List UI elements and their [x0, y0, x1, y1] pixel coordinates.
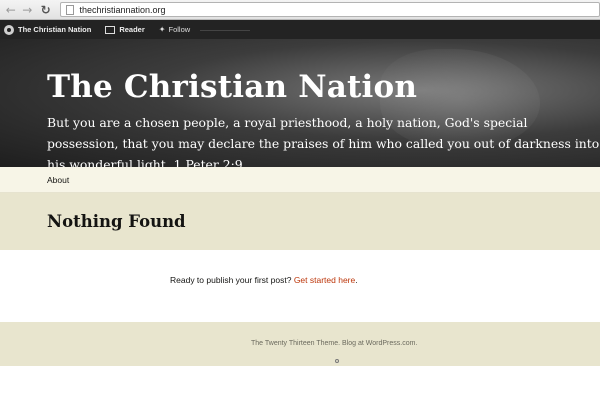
- page-icon: [66, 4, 75, 15]
- back-arrow-icon[interactable]: ←: [4, 3, 17, 17]
- toolbar-site-link[interactable]: The Christian Nation: [18, 25, 91, 34]
- wordpress-logo-icon[interactable]: [4, 24, 14, 35]
- nav-item-about[interactable]: About: [47, 175, 69, 185]
- page-header: Nothing Found: [0, 193, 600, 250]
- site-title[interactable]: The Christian Nation: [47, 69, 417, 105]
- no-posts-prompt: Ready to publish your first post?: [170, 275, 292, 285]
- site-header: The Christian Nation But you are a chose…: [0, 39, 600, 167]
- main-navigation: About: [0, 167, 600, 193]
- url-text[interactable]: thechristiannation.org: [79, 5, 165, 15]
- no-posts-trailing: .: [355, 275, 358, 285]
- wp-admin-bar: The Christian Nation Reader ✦ Follow: [0, 20, 600, 39]
- no-posts-message: Ready to publish your first post? Get st…: [170, 275, 358, 285]
- page-content: Ready to publish your first post? Get st…: [0, 250, 600, 322]
- site-footer: The Twenty Thirteen Theme. Blog at WordP…: [0, 322, 600, 366]
- toolbar-follow-button[interactable]: Follow: [168, 25, 190, 34]
- page-title: Nothing Found: [47, 212, 186, 231]
- footer-credit[interactable]: The Twenty Thirteen Theme. Blog at WordP…: [251, 340, 417, 347]
- get-started-link[interactable]: Get started here: [294, 275, 355, 285]
- follow-icon[interactable]: ✦: [159, 25, 166, 34]
- toolbar-reader-link[interactable]: Reader: [119, 25, 144, 34]
- toolbar-spacer: [200, 28, 251, 31]
- browser-toolbar: ← → ↻ thechristiannation.org: [0, 0, 600, 20]
- forward-arrow-icon[interactable]: →: [20, 3, 33, 17]
- reload-icon[interactable]: ↻: [39, 3, 52, 17]
- stats-pixel-icon: [335, 359, 339, 363]
- site-description: But you are a chosen people, a royal pri…: [47, 115, 600, 167]
- reader-icon[interactable]: [105, 25, 116, 34]
- address-bar[interactable]: thechristiannation.org: [60, 2, 600, 17]
